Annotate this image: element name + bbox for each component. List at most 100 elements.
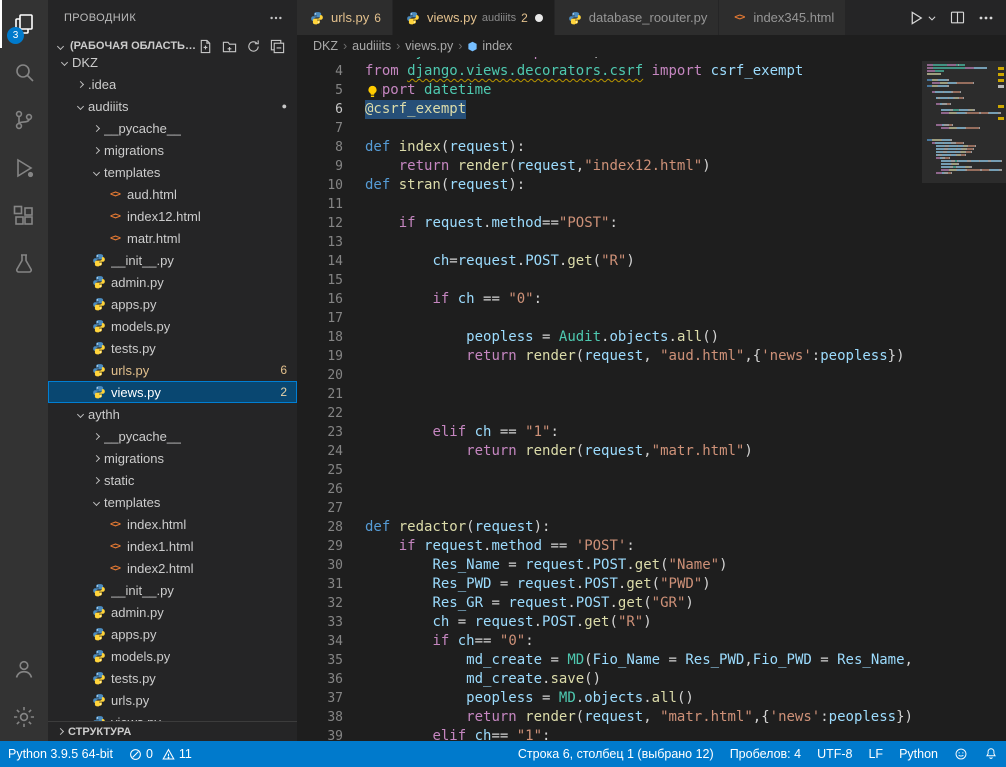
code-line-28[interactable]: 28def redactor(request): <box>297 518 1006 537</box>
code-line-19[interactable]: 19 return render(request, "aud.html",{'n… <box>297 347 1006 366</box>
tree-item-migrations[interactable]: migrations <box>48 447 297 469</box>
split-editor-icon[interactable] <box>949 9 966 26</box>
tree-item-models-py[interactable]: models.py <box>48 645 297 667</box>
activity-account[interactable] <box>0 645 48 693</box>
tree-item-pycache[interactable]: __pycache__ <box>48 117 297 139</box>
tree-item-tests-py[interactable]: tests.py <box>48 337 297 359</box>
status-notifications[interactable] <box>976 741 1006 767</box>
tree-item-views-py[interactable]: views.py <box>48 711 297 721</box>
code-line-39[interactable]: 39 elif ch== "1": <box>297 727 1006 741</box>
code-line-10[interactable]: 10def stran(request): <box>297 176 1006 195</box>
tree-item-models-py[interactable]: models.py <box>48 315 297 337</box>
code-line-36[interactable]: 36 md_create.save() <box>297 670 1006 689</box>
code-line-24[interactable]: 24 return render(request,"matr.html") <box>297 442 1006 461</box>
tree-item-aythh[interactable]: aythh <box>48 403 297 425</box>
tree-item-apps-py[interactable]: apps.py <box>48 623 297 645</box>
outline-section-header[interactable]: СТРУКТУРА <box>48 721 297 741</box>
tree-item-idea[interactable]: .idea <box>48 73 297 95</box>
tree-item-templates[interactable]: templates <box>48 491 297 513</box>
breadcrumb-audiiits[interactable]: audiiits <box>352 39 391 53</box>
code-line-20[interactable]: 20 <box>297 366 1006 385</box>
status-encoding[interactable]: UTF-8 <box>809 741 860 767</box>
tab-database-roouter-py[interactable]: database_roouter.py <box>555 0 720 35</box>
tree-item-pycache[interactable]: __pycache__ <box>48 425 297 447</box>
file-tree[interactable]: DKZ.ideaaudiiits●__pycache__migrationste… <box>48 51 297 721</box>
status-indentation[interactable]: Пробелов: 4 <box>722 741 809 767</box>
tree-item-templates[interactable]: templates <box>48 161 297 183</box>
minimap[interactable] <box>922 57 1006 741</box>
tree-item-init-py[interactable]: __init__.py <box>48 249 297 271</box>
code-line-32[interactable]: 32 Res_GR = request.POST.get("GR") <box>297 594 1006 613</box>
tree-item-urls-py[interactable]: urls.py6 <box>48 359 297 381</box>
activity-run-debug[interactable] <box>0 144 48 192</box>
status-eol[interactable]: LF <box>860 741 891 767</box>
status-feedback[interactable] <box>946 741 976 767</box>
status-problems[interactable]: 011 <box>121 741 200 767</box>
code-line-23[interactable]: 23 elif ch == "1": <box>297 423 1006 442</box>
tree-item-init-py[interactable]: __init__.py <box>48 579 297 601</box>
code-line-31[interactable]: 31 Res_PWD = request.POST.get("PWD") <box>297 575 1006 594</box>
code-line-25[interactable]: 25 <box>297 461 1006 480</box>
tree-item-tests-py[interactable]: tests.py <box>48 667 297 689</box>
tree-item-admin-py[interactable]: admin.py <box>48 601 297 623</box>
code-line-11[interactable]: 11 <box>297 195 1006 214</box>
tree-item-matr-html[interactable]: <>matr.html <box>48 227 297 249</box>
code-line-6[interactable]: 6@csrf_exempt <box>297 100 1006 119</box>
code-line-18[interactable]: 18 peopless = Audit.objects.all() <box>297 328 1006 347</box>
code-line-35[interactable]: 35 md_create = MD(Fio_Name = Res_PWD,Fio… <box>297 651 1006 670</box>
tree-item-index1-html[interactable]: <>index1.html <box>48 535 297 557</box>
tree-item-index-html[interactable]: <>index.html <box>48 513 297 535</box>
code-line-22[interactable]: 22 <box>297 404 1006 423</box>
code-line-8[interactable]: 8def index(request): <box>297 138 1006 157</box>
tree-item-index2-html[interactable]: <>index2.html <box>48 557 297 579</box>
tree-item-urls-py[interactable]: urls.py <box>48 689 297 711</box>
code-line-38[interactable]: 38 return render(request, "matr.html",{'… <box>297 708 1006 727</box>
code-line-12[interactable]: 12 if request.method=="POST": <box>297 214 1006 233</box>
tree-item-aud-html[interactable]: <>aud.html <box>48 183 297 205</box>
tree-item-index12-html[interactable]: <>index12.html <box>48 205 297 227</box>
breadcrumb-index[interactable]: index <box>467 39 512 53</box>
code-line-27[interactable]: 27 <box>297 499 1006 518</box>
status-cursor-position[interactable]: Строка 6, столбец 1 (выбрано 12) <box>510 741 722 767</box>
code-line-16[interactable]: 16 if ch == "0": <box>297 290 1006 309</box>
code-line-5[interactable]: 5import datetime <box>297 81 1006 100</box>
tab-index345-html[interactable]: <>index345.html <box>719 0 846 35</box>
tree-item-dkz[interactable]: DKZ <box>48 51 297 73</box>
activity-source-control[interactable] <box>0 96 48 144</box>
code-line-17[interactable]: 17 <box>297 309 1006 328</box>
tree-item-views-py[interactable]: views.py2 <box>48 381 297 403</box>
breadcrumb-dkz[interactable]: DKZ <box>313 39 338 53</box>
code-line-7[interactable]: 7 <box>297 119 1006 138</box>
tree-item-apps-py[interactable]: apps.py <box>48 293 297 315</box>
tree-item-audiiits[interactable]: audiiits● <box>48 95 297 117</box>
tree-item-static[interactable]: static <box>48 469 297 491</box>
code-line-30[interactable]: 30 Res_Name = request.POST.get("Name") <box>297 556 1006 575</box>
status-python-version[interactable]: Python 3.9.5 64-bit <box>0 741 121 767</box>
activity-search[interactable] <box>0 48 48 96</box>
views-and-more-actions-icon[interactable] <box>269 11 283 25</box>
activity-settings[interactable] <box>0 693 48 741</box>
code-line-21[interactable]: 21 <box>297 385 1006 404</box>
code-line-13[interactable]: 13 <box>297 233 1006 252</box>
code-line-9[interactable]: 9 return render(request,"index12.html") <box>297 157 1006 176</box>
code-line-4[interactable]: 4from django.views.decorators.csrf impor… <box>297 62 1006 81</box>
editor-pane[interactable]: 3from aythh.models import MD,Audit4from … <box>297 57 1006 741</box>
code-line-15[interactable]: 15 <box>297 271 1006 290</box>
tree-item-admin-py[interactable]: admin.py <box>48 271 297 293</box>
lightbulb-icon[interactable] <box>363 83 381 99</box>
code-line-33[interactable]: 33 ch = request.POST.get("R") <box>297 613 1006 632</box>
dirty-indicator-icon[interactable] <box>535 14 543 22</box>
tab-urls-py[interactable]: urls.py6 <box>297 0 393 35</box>
breadcrumb-views-py[interactable]: views.py <box>405 39 453 53</box>
tree-item-migrations[interactable]: migrations <box>48 139 297 161</box>
code-line-37[interactable]: 37 peopless = MD.objects.all() <box>297 689 1006 708</box>
activity-explorer[interactable]: 3 <box>0 0 48 48</box>
status-language[interactable]: Python <box>891 741 946 767</box>
more-actions-icon[interactable] <box>978 10 994 26</box>
code-line-14[interactable]: 14 ch=request.POST.get("R") <box>297 252 1006 271</box>
code-line-26[interactable]: 26 <box>297 480 1006 499</box>
code-editor[interactable]: 3from aythh.models import MD,Audit4from … <box>297 57 1006 741</box>
code-line-34[interactable]: 34 if ch== "0": <box>297 632 1006 651</box>
run-python-file-button[interactable] <box>907 9 937 27</box>
tab-views-py[interactable]: views.pyaudiiits2 <box>393 0 555 35</box>
